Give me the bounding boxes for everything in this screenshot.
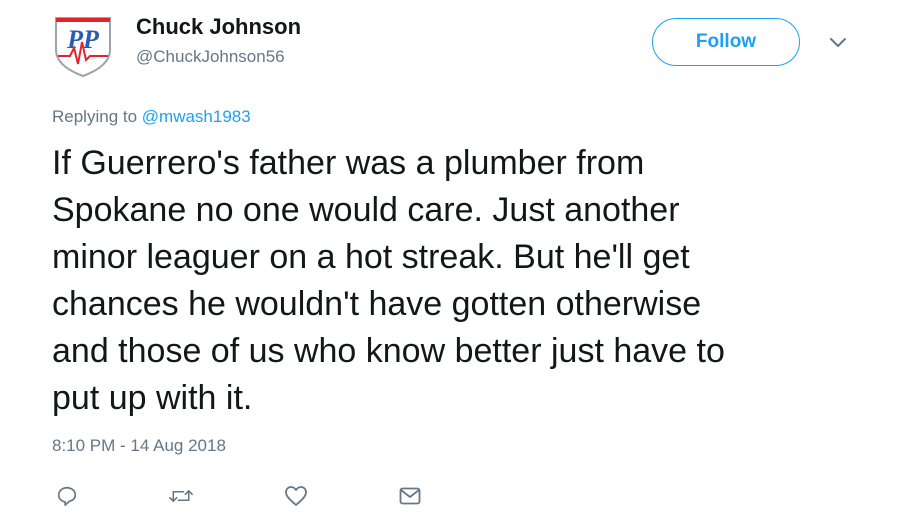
author-name[interactable]: Chuck Johnson [136,14,301,40]
tweet-timestamp[interactable]: 8:10 PM - 14 Aug 2018 [52,436,226,456]
message-icon[interactable] [398,484,422,508]
reply-to-handle-link[interactable]: @mwash1983 [142,107,251,126]
chevron-down-icon[interactable] [828,36,848,50]
author-handle[interactable]: @ChuckJohnson56 [136,47,285,67]
retweet-icon[interactable] [169,484,193,508]
avatar[interactable]: PP [52,12,114,78]
reply-icon[interactable] [55,484,79,508]
tweet-text: If Guerrero's father was a plumber from … [52,144,725,417]
follow-button[interactable]: Follow [652,18,800,66]
reply-context: Replying to @mwash1983 [52,107,251,127]
reply-context-prefix: Replying to [52,107,142,126]
like-icon[interactable] [284,484,308,508]
